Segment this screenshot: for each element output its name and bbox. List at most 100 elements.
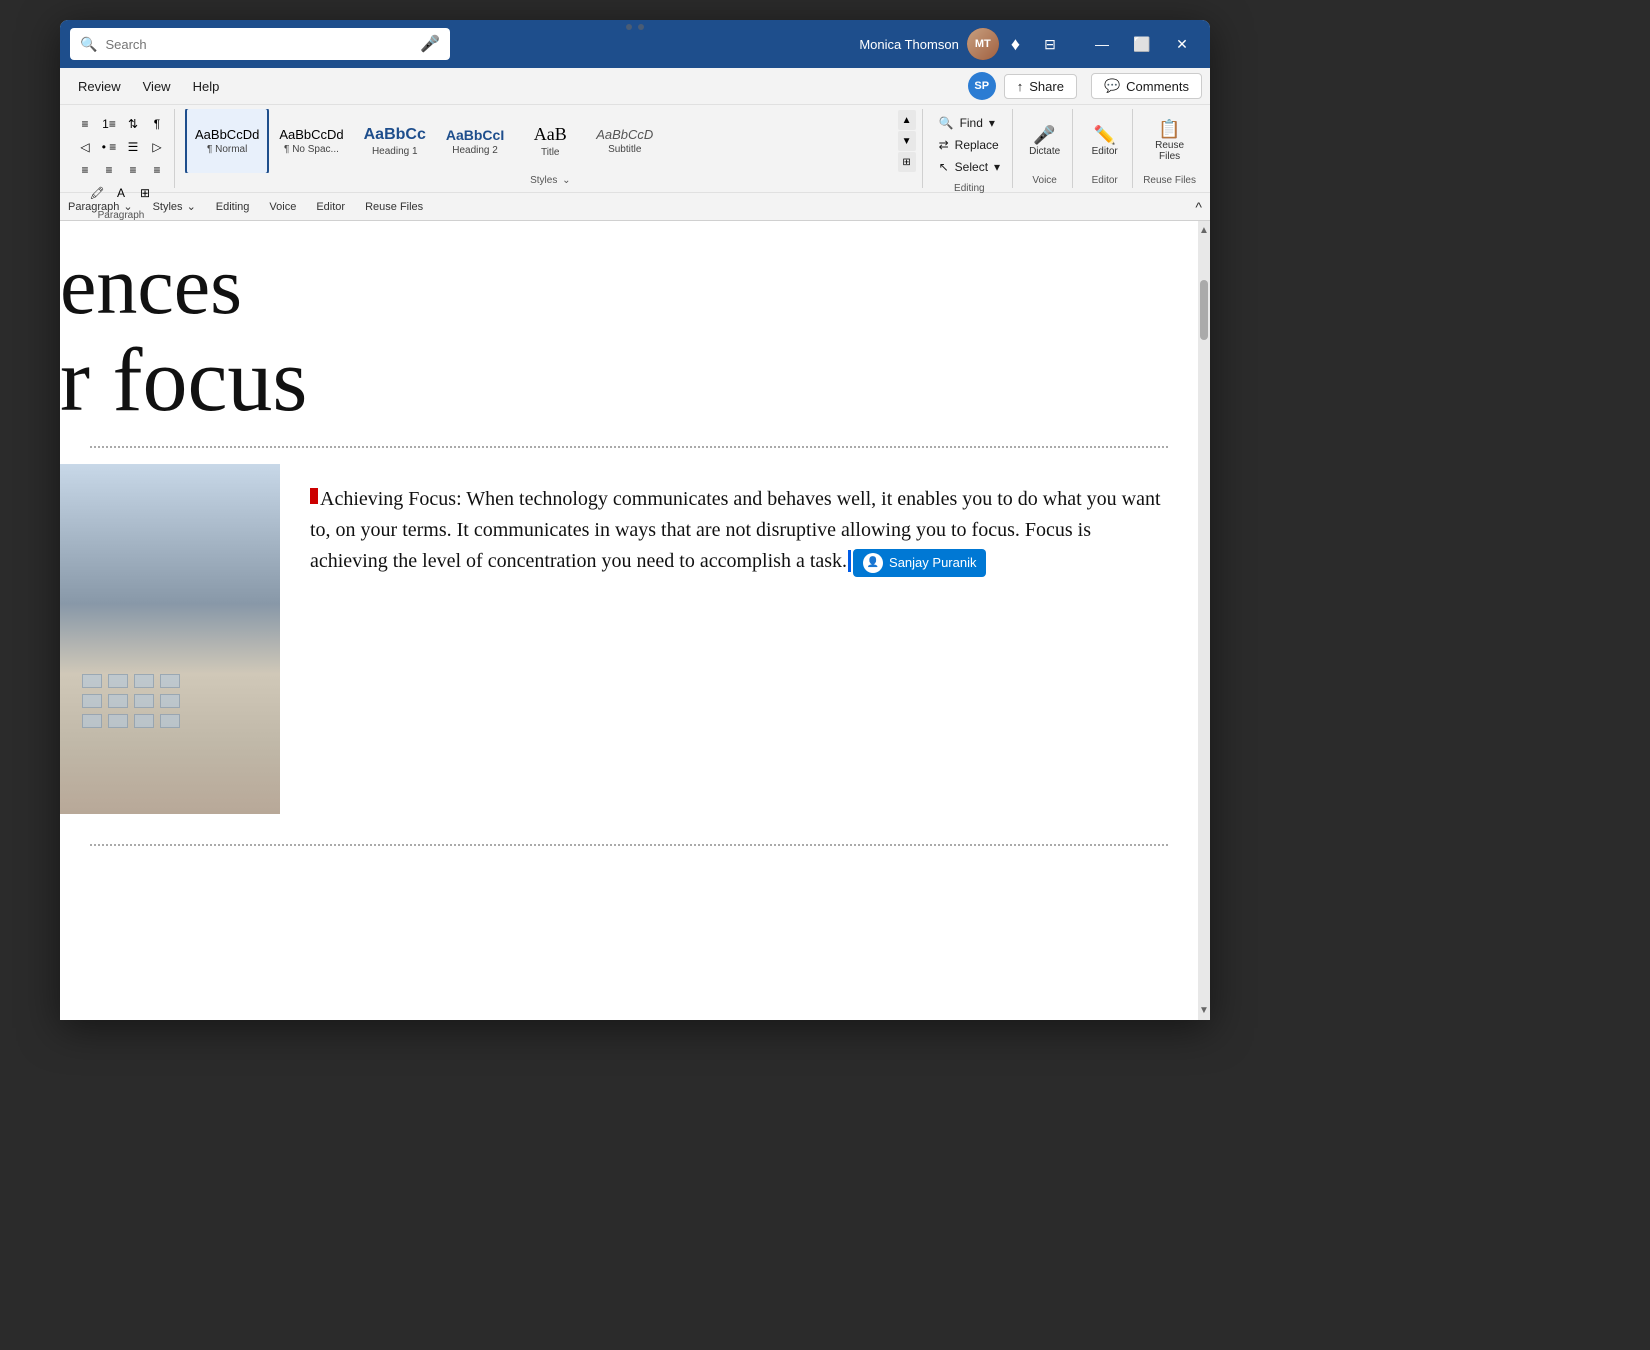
indent-more-btn[interactable]: ▷ <box>146 136 168 158</box>
multilevel-btn[interactable]: ☰ <box>122 136 144 158</box>
find-icon: 🔍 <box>939 116 954 130</box>
close-button[interactable]: ✕ <box>1164 26 1200 62</box>
style-normal[interactable]: AaBbCcDd ¶ Normal <box>185 109 269 173</box>
document-content: ences r focus <box>60 221 1198 882</box>
comments-button[interactable]: 💬 Comments <box>1091 73 1202 99</box>
sort-btn[interactable]: ⇅ <box>122 113 144 135</box>
avatar-photo: MT <box>967 28 999 60</box>
minimize-button[interactable]: — <box>1084 26 1120 62</box>
style-heading1[interactable]: AaBbCc Heading 1 <box>354 109 436 173</box>
style-nospace[interactable]: AaBbCcDd ¶ No Spac... <box>269 109 353 173</box>
window-cell <box>108 694 128 708</box>
editor-ribbon-group: ✏️ Editor Editor <box>1077 109 1133 188</box>
replace-label: Replace <box>955 138 999 152</box>
taskbar-icon[interactable]: ⊟ <box>1032 26 1068 62</box>
window-cell <box>160 714 180 728</box>
crown-icon: ♦ <box>1011 34 1020 55</box>
style-heading2-label: Heading 2 <box>452 145 498 156</box>
style-subtitle[interactable]: AaBbCcD Subtitle <box>586 109 663 173</box>
voice-bottom-label: Voice <box>269 201 296 213</box>
microphone-icon[interactable]: 🎤 <box>420 34 440 54</box>
style-heading1-preview: AaBbCc <box>364 126 426 144</box>
dictate-button[interactable]: 🎤 Dictate <box>1023 122 1066 161</box>
editing-group-label: Editing <box>933 181 1006 196</box>
document-area: ences r focus <box>60 221 1210 1020</box>
paragraph-expand-icon[interactable]: ⌄ <box>123 200 132 213</box>
gallery-scroll-up[interactable]: ▲ <box>898 110 916 130</box>
window-cell <box>160 694 180 708</box>
menu-item-review[interactable]: Review <box>68 75 131 98</box>
select-button[interactable]: ↖ Select ▾ <box>933 157 1006 177</box>
styles-bottom-expand-icon[interactable]: ⌄ <box>187 200 196 213</box>
window-row-2 <box>82 694 258 708</box>
heading-area: ences r focus <box>60 241 1198 430</box>
para-row-3: ≡ ≡ ≡ ≡ <box>74 159 168 181</box>
body-section: Achieving Focus: When technology communi… <box>60 464 1198 814</box>
window-cell <box>82 714 102 728</box>
window-row-3 <box>82 714 258 728</box>
collab-avatar-icon: 👤 <box>863 553 883 573</box>
styles-group: AaBbCcDd ¶ Normal AaBbCcDd ¶ No Spac... … <box>179 109 923 188</box>
paragraph-label: Paragraph <box>68 201 119 213</box>
bullet-list-btn[interactable]: • ≡ <box>98 136 120 158</box>
vertical-scrollbar[interactable]: ▲ ▼ <box>1198 221 1210 1020</box>
heading-text-1: ences <box>60 241 242 331</box>
editor-button[interactable]: ✏️ Editor <box>1085 122 1125 161</box>
maximize-button[interactable]: ⬜ <box>1124 26 1160 62</box>
align-center-btn[interactable]: ≡ <box>98 159 120 181</box>
find-button[interactable]: 🔍 Find ▾ <box>933 113 1006 133</box>
window-cell <box>134 694 154 708</box>
editor-bottom-label: Editor <box>316 201 345 213</box>
window-cell <box>108 674 128 688</box>
editing-bottom-item[interactable]: Editing <box>216 201 250 213</box>
sp-avatar: SP <box>968 72 996 100</box>
list-style-btn[interactable]: ≡ <box>74 113 96 135</box>
styles-expand-icon[interactable]: ⌄ <box>562 175 570 186</box>
voice-bottom-item[interactable]: Voice <box>269 201 296 213</box>
style-heading2[interactable]: AaBbCcI Heading 2 <box>436 109 514 173</box>
editor-group-label: Editor <box>1083 173 1126 188</box>
ribbon-bottom-bar: Paragraph ⌄ Styles ⌄ Editing Voice Edito… <box>60 192 1210 220</box>
find-dropdown-icon[interactable]: ▾ <box>989 116 995 130</box>
reuse-bottom-item[interactable]: Reuse Files <box>365 201 423 213</box>
gallery-scroll-down[interactable]: ▼ <box>898 131 916 151</box>
cursor-icon: ↖ <box>939 160 949 174</box>
replace-icon: ⇄ <box>939 138 949 152</box>
reuse-group: 📋 Reuse Files Reuse Files <box>1137 109 1202 188</box>
loading-dot-2 <box>638 24 644 30</box>
align-right-btn[interactable]: ≡ <box>122 159 144 181</box>
user-name: Monica Thomson <box>859 37 958 52</box>
replace-button[interactable]: ⇄ Replace <box>933 135 1006 155</box>
paragraph-bottom-item[interactable]: Paragraph ⌄ <box>68 200 133 213</box>
styles-bottom-item[interactable]: Styles ⌄ <box>153 200 196 213</box>
heading-line-2: r focus <box>60 331 1198 430</box>
document-scroll[interactable]: ences r focus <box>60 221 1198 1020</box>
word-window: 🔍 🎤 Monica Thomson MT ♦ ⊟ — ⬜ ✕ Review V… <box>60 20 1210 1020</box>
search-box[interactable]: 🔍 🎤 <box>70 28 450 60</box>
menu-item-help[interactable]: Help <box>183 75 230 98</box>
numbered-list-btn[interactable]: 1≡ <box>98 113 120 135</box>
gallery-expand[interactable]: ⊞ <box>898 152 916 172</box>
voice-group-label: Voice <box>1023 173 1066 188</box>
align-justify-btn[interactable]: ≡ <box>146 159 168 181</box>
editor-bottom-item[interactable]: Editor <box>316 201 345 213</box>
collapse-ribbon-button[interactable]: ^ <box>1195 199 1202 215</box>
indent-less-btn[interactable]: ◁ <box>74 136 96 158</box>
red-bookmark <box>310 488 318 504</box>
editing-group: 🔍 Find ▾ ⇄ Replace ↖ Select ▾ Editing <box>927 109 1013 188</box>
select-dropdown-icon[interactable]: ▾ <box>994 160 1000 174</box>
collaborator-badge: 👤 Sanjay Puranik <box>853 549 986 577</box>
show-marks-btn[interactable]: ¶ <box>146 113 168 135</box>
menu-bar: Review View Help SP ↑ Share 💬 Comments <box>60 68 1210 104</box>
style-title[interactable]: AaB Title <box>514 109 586 173</box>
gallery-scroll: ▲ ▼ ⊞ <box>898 110 916 172</box>
search-input[interactable] <box>105 37 412 52</box>
align-left-btn[interactable]: ≡ <box>74 159 96 181</box>
paragraph-group: ≡ 1≡ ⇅ ¶ ◁ • ≡ ☰ ▷ ≡ ≡ ≡ <box>68 109 175 188</box>
scroll-thumb[interactable] <box>1200 280 1208 340</box>
styles-gallery: AaBbCcDd ¶ Normal AaBbCcDd ¶ No Spac... … <box>185 109 896 173</box>
window-controls: — ⬜ ✕ <box>1084 26 1200 62</box>
reuse-button[interactable]: 📋 Reuse Files <box>1149 116 1190 166</box>
menu-item-view[interactable]: View <box>133 75 181 98</box>
share-button[interactable]: ↑ Share <box>1004 74 1077 99</box>
